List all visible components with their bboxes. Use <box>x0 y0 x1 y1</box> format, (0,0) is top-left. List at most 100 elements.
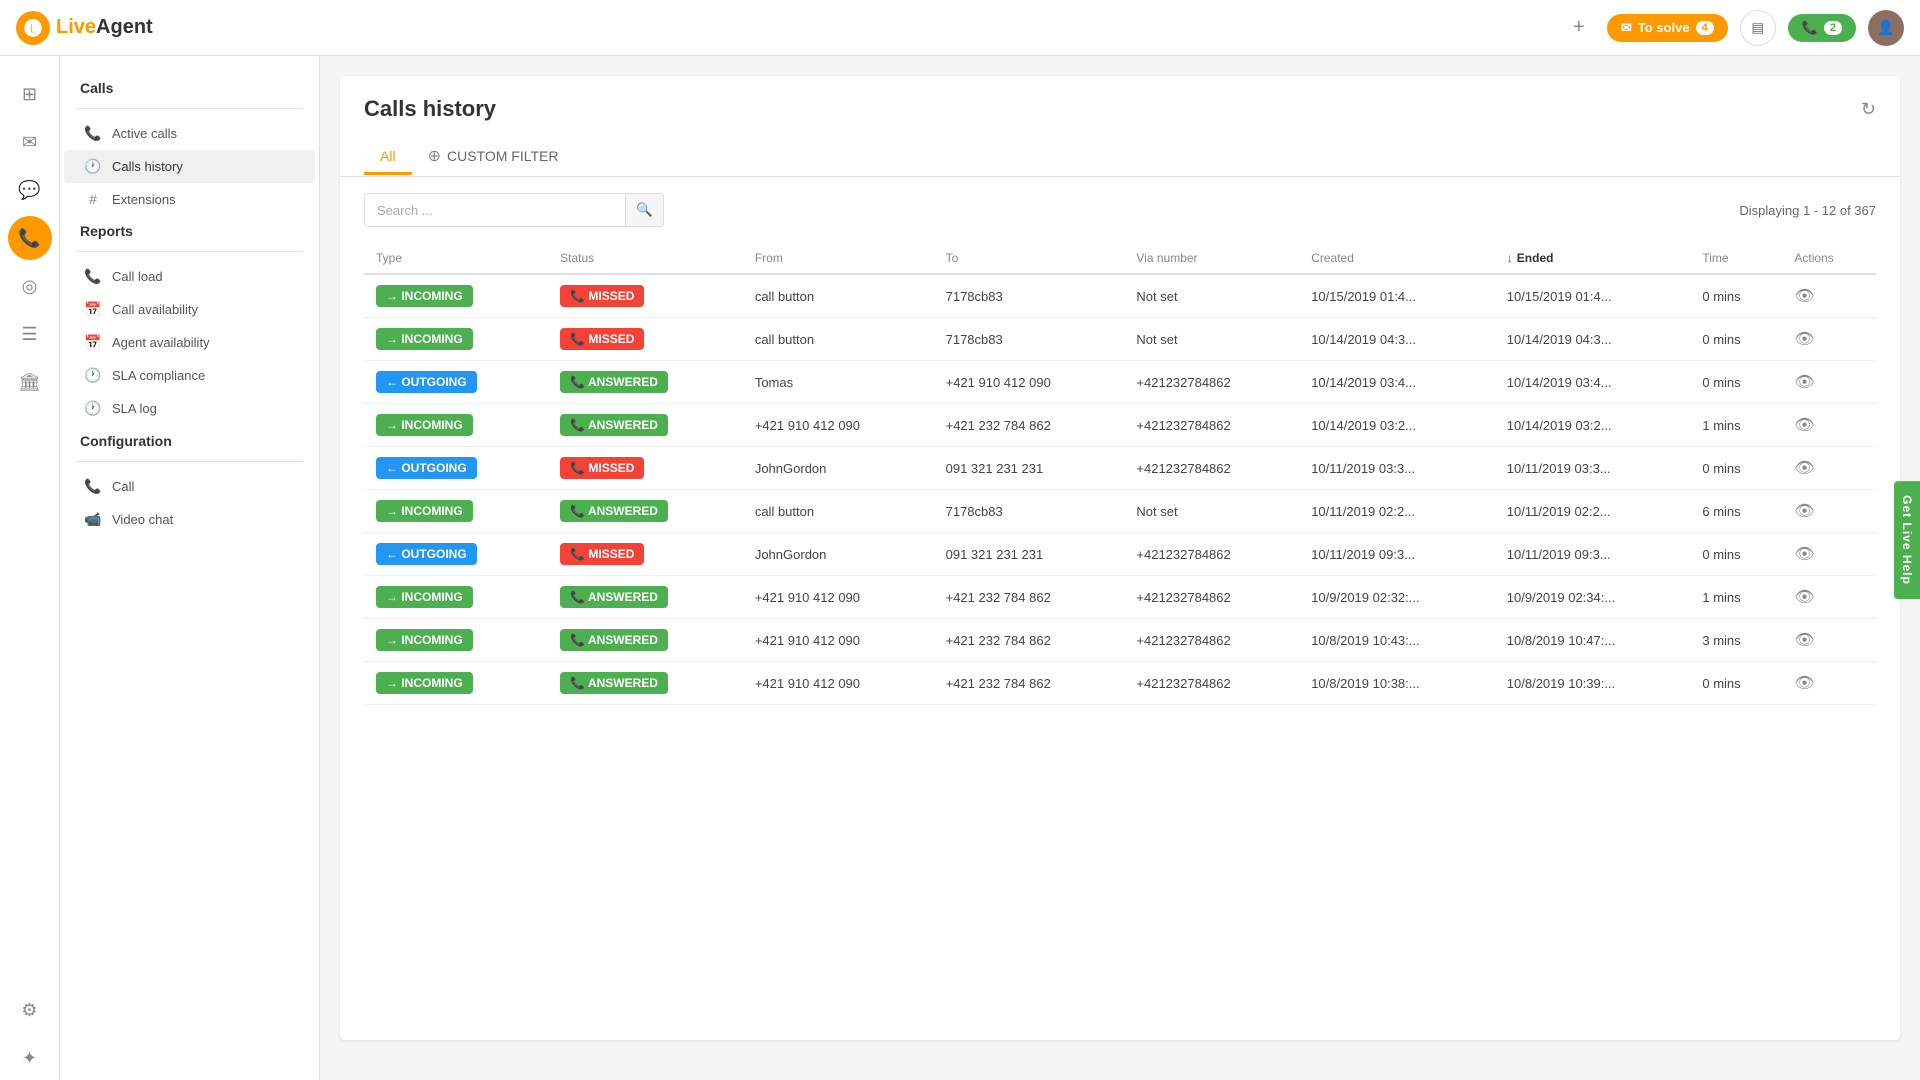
nav-plugins[interactable]: ✦ <box>8 1036 52 1080</box>
tab-all[interactable]: All <box>364 140 412 175</box>
call-config-label: Call <box>112 479 134 494</box>
cell-via: +421232784862 <box>1124 533 1299 576</box>
view-button[interactable]: 👁 <box>1794 501 1814 521</box>
view-button[interactable]: 👁 <box>1794 630 1814 650</box>
nav-settings[interactable]: ⚙ <box>8 988 52 1032</box>
nav-chat[interactable]: 💬 <box>8 168 52 212</box>
cell-created: 10/11/2019 09:3... <box>1299 533 1495 576</box>
type-badge: → INCOMING <box>376 328 473 350</box>
envelope-icon: ✉ <box>1621 20 1632 36</box>
view-button[interactable]: 👁 <box>1794 673 1814 693</box>
status-badge: 📞 MISSED <box>560 285 644 307</box>
sidebar-item-calls-history[interactable]: 🕐 Calls history <box>64 150 315 183</box>
col-ended[interactable]: ↓Ended <box>1495 243 1691 274</box>
view-button[interactable]: 👁 <box>1794 329 1814 349</box>
cell-from: call button <box>743 490 934 533</box>
cell-to: 7178cb83 <box>934 318 1125 361</box>
search-button[interactable]: 🔍 <box>625 194 663 226</box>
status-badge: 📞 ANSWERED <box>560 500 668 522</box>
phone-icon: 📞 <box>84 125 102 142</box>
cell-from: +421 910 412 090 <box>743 619 934 662</box>
to-solve-count: 4 <box>1696 21 1714 35</box>
sidebar-item-extensions[interactable]: # Extensions <box>64 183 315 215</box>
add-button[interactable]: + <box>1563 12 1595 44</box>
nav-knowledgebase[interactable]: 🏛 <box>8 360 52 404</box>
cell-type: → INCOMING <box>364 318 548 361</box>
refresh-button[interactable]: ↻ <box>1861 99 1876 120</box>
table-row: → INCOMING 📞 ANSWERED call button 7178cb… <box>364 490 1876 533</box>
video-chat-label: Video chat <box>112 512 173 527</box>
cell-from: call button <box>743 274 934 318</box>
sidebar-item-agent-availability[interactable]: 📅 Agent availability <box>64 326 315 359</box>
nav-reports[interactable]: ◎ <box>8 264 52 308</box>
icon-nav: ⊞ ✉ 💬 📞 ◎ ☰ 🏛 ⚙ ✦ <box>0 56 60 1080</box>
cell-ended: 10/11/2019 02:2... <box>1495 490 1691 533</box>
cell-status: 📞 ANSWERED <box>548 576 743 619</box>
cell-type: → INCOMING <box>364 662 548 705</box>
view-button[interactable]: 👁 <box>1794 372 1814 392</box>
col-via[interactable]: Via number <box>1124 243 1299 274</box>
messages-button[interactable]: ▤ <box>1740 10 1776 46</box>
cell-created: 10/8/2019 10:38:... <box>1299 662 1495 705</box>
cell-status: 📞 MISSED <box>548 447 743 490</box>
col-to[interactable]: To <box>934 243 1125 274</box>
nav-calls[interactable]: 📞 <box>8 216 52 260</box>
col-created[interactable]: Created <box>1299 243 1495 274</box>
reports-divider <box>76 251 303 252</box>
type-badge: → INCOMING <box>376 586 473 608</box>
sidebar-item-call-config[interactable]: 📞 Call <box>64 470 315 503</box>
nav-dashboard[interactable]: ⊞ <box>8 72 52 116</box>
search-input[interactable] <box>365 195 625 226</box>
cell-status: 📞 ANSWERED <box>548 662 743 705</box>
to-solve-button[interactable]: ✉ To solve 4 <box>1607 14 1728 42</box>
sidebar: Calls 📞 Active calls 🕐 Calls history # E… <box>60 56 320 1080</box>
logo-icon: 🅛 <box>16 11 50 45</box>
config-divider <box>76 461 303 462</box>
cell-time: 1 mins <box>1690 404 1782 447</box>
cell-created: 10/9/2019 02:32:... <box>1299 576 1495 619</box>
sidebar-item-active-calls[interactable]: 📞 Active calls <box>64 117 315 150</box>
nav-customers[interactable]: ☰ <box>8 312 52 356</box>
sidebar-item-sla-compliance[interactable]: 🕐 SLA compliance <box>64 359 315 392</box>
calls-history-label: Calls history <box>112 159 183 174</box>
table-row: → INCOMING 📞 ANSWERED +421 910 412 090 +… <box>364 619 1876 662</box>
view-button[interactable]: 👁 <box>1794 415 1814 435</box>
cell-type: → INCOMING <box>364 490 548 533</box>
cell-actions: 👁 <box>1782 576 1876 619</box>
sidebar-item-call-load[interactable]: 📞 Call load <box>64 260 315 293</box>
col-type[interactable]: Type <box>364 243 548 274</box>
user-avatar[interactable]: 👤 <box>1868 10 1904 46</box>
agent-icon: 📅 <box>84 334 102 351</box>
call-availability-label: Call availability <box>112 302 198 317</box>
cell-to: +421 910 412 090 <box>934 361 1125 404</box>
sidebar-item-video-chat[interactable]: 📹 Video chat <box>64 503 315 536</box>
sidebar-item-sla-log[interactable]: 🕐 SLA log <box>64 392 315 425</box>
cell-type: → INCOMING <box>364 404 548 447</box>
view-button[interactable]: 👁 <box>1794 544 1814 564</box>
cell-to: +421 232 784 862 <box>934 576 1125 619</box>
view-button[interactable]: 👁 <box>1794 587 1814 607</box>
cell-via: +421232784862 <box>1124 404 1299 447</box>
cell-via: +421232784862 <box>1124 576 1299 619</box>
tab-custom-filter[interactable]: ⊕ CUSTOM FILTER <box>412 138 575 177</box>
filter-plus-icon: ⊕ <box>428 146 441 166</box>
view-button[interactable]: 👁 <box>1794 286 1814 306</box>
col-status[interactable]: Status <box>548 243 743 274</box>
status-badge: 📞 MISSED <box>560 543 644 565</box>
col-time[interactable]: Time <box>1690 243 1782 274</box>
col-from[interactable]: From <box>743 243 934 274</box>
live-help-button[interactable]: Get Live Help <box>1894 481 1920 599</box>
type-badge: → INCOMING <box>376 414 473 436</box>
cell-to: 091 321 231 231 <box>934 533 1125 576</box>
type-badge: → INCOMING <box>376 285 473 307</box>
sidebar-item-call-availability[interactable]: 📅 Call availability <box>64 293 315 326</box>
nav-inbox[interactable]: ✉ <box>8 120 52 164</box>
table-row: ← OUTGOING 📞 ANSWERED Tomas +421 910 412… <box>364 361 1876 404</box>
cell-ended: 10/14/2019 03:2... <box>1495 404 1691 447</box>
status-badge: 📞 ANSWERED <box>560 414 668 436</box>
table-row: → INCOMING 📞 ANSWERED +421 910 412 090 +… <box>364 576 1876 619</box>
logo[interactable]: 🅛 LiveAgent <box>16 11 153 45</box>
cell-time: 0 mins <box>1690 274 1782 318</box>
view-button[interactable]: 👁 <box>1794 458 1814 478</box>
active-chats-button[interactable]: 📞 2 <box>1788 14 1856 42</box>
